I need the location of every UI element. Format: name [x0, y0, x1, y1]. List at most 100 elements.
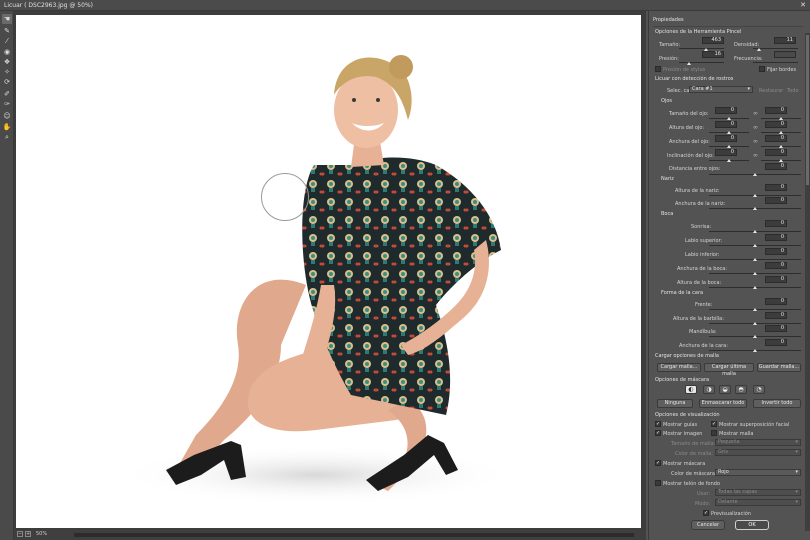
pin-edges-checkbox[interactable]	[759, 66, 765, 72]
face-width-field[interactable]: 0	[765, 339, 787, 346]
load-last-mesh-button[interactable]: Cargar última malla	[704, 363, 754, 377]
mask-options-header[interactable]: Opciones de máscara	[655, 377, 709, 383]
push-left-tool-icon[interactable]: ⟳	[2, 77, 12, 87]
mask-all-button[interactable]: Enmascarar todo	[699, 399, 747, 408]
nose-width-field[interactable]: 0	[765, 197, 787, 204]
twirl-tool-icon[interactable]: ◉	[2, 47, 12, 57]
smile-knob[interactable]	[753, 230, 757, 233]
view-options-header[interactable]: Opciones de visualización	[655, 412, 720, 418]
smooth-tool-icon[interactable]: ⁄	[2, 36, 12, 46]
upper-lip-field[interactable]: 0	[765, 234, 787, 241]
eye-size-right-field[interactable]: 0	[765, 107, 787, 114]
bloat-tool-icon[interactable]: ✧	[2, 67, 12, 77]
brush-size-field[interactable]: 463	[702, 37, 724, 44]
select-face-dropdown[interactable]: Cara #1 ▾	[689, 86, 753, 93]
brush-pressure-field[interactable]: 16	[702, 51, 724, 58]
eye-distance-field[interactable]: 0	[765, 163, 787, 170]
nose-header[interactable]: Nariz	[661, 176, 674, 182]
brush-size-slider[interactable]	[679, 48, 724, 49]
invert-all-button[interactable]: Invertir todo	[753, 399, 801, 408]
save-mesh-button[interactable]: Guardar malla...	[757, 363, 801, 372]
mask-invert-icon[interactable]: ◔	[753, 385, 765, 394]
eye-height-left-knob[interactable]	[727, 131, 731, 134]
eye-size-right-knob[interactable]	[779, 117, 783, 120]
eye-width-left-knob[interactable]	[727, 145, 731, 148]
lower-lip-knob[interactable]	[753, 258, 757, 261]
show-mask-checkbox[interactable]: ✓	[655, 460, 661, 466]
eye-width-right-field[interactable]: 0	[765, 135, 787, 142]
jawline-knob[interactable]	[753, 335, 757, 338]
nose-height-knob[interactable]	[753, 194, 757, 197]
preview-checkbox[interactable]: ✓	[703, 510, 709, 516]
pucker-tool-icon[interactable]: ❖	[2, 57, 12, 67]
eye-size-left-knob[interactable]	[727, 117, 731, 120]
lower-lip-field[interactable]: 0	[765, 248, 787, 255]
reset-face-button[interactable]: Restaurar	[759, 88, 783, 94]
eye-tilt-right-field[interactable]: 0	[765, 149, 787, 156]
mask-color-dropdown[interactable]: Rojo ▾	[715, 469, 801, 476]
all-faces-button[interactable]: Todo	[787, 88, 799, 94]
nose-width-knob[interactable]	[753, 207, 757, 210]
stylus-pressure-checkbox[interactable]	[655, 66, 661, 72]
show-mesh-checkbox[interactable]	[711, 430, 717, 436]
backdrop-mode-dropdown[interactable]: Delante ▾	[715, 499, 801, 506]
window-close-icon[interactable]: ✕	[800, 1, 806, 9]
mouth-height-field[interactable]: 0	[765, 276, 787, 283]
face-tool-icon[interactable]: ☺	[2, 111, 12, 121]
brush-rate-slider[interactable]	[753, 62, 798, 63]
zoom-in-icon[interactable]: +	[25, 531, 31, 537]
face-aware-header[interactable]: Licuar con detección de rostros	[655, 76, 733, 82]
show-guides-checkbox[interactable]: ✓	[655, 421, 661, 427]
mouth-height-knob[interactable]	[753, 286, 757, 289]
eye-height-right-field[interactable]: 0	[765, 121, 787, 128]
zoom-tool-icon[interactable]: ⌕	[2, 132, 12, 142]
face-shape-header[interactable]: Forma de la cara	[661, 290, 703, 296]
horizontal-scrollbar[interactable]	[74, 533, 634, 537]
eye-size-left-field[interactable]: 0	[715, 107, 737, 114]
mask-subtract-icon[interactable]: ◒	[719, 385, 731, 394]
brush-pressure-knob[interactable]	[687, 62, 691, 65]
mask-add-icon[interactable]: ◑	[703, 385, 715, 394]
cancel-button[interactable]: Cancelar	[691, 520, 725, 530]
mouth-width-field[interactable]: 0	[765, 262, 787, 269]
backdrop-use-dropdown[interactable]: Todas las capas ▾	[715, 489, 801, 496]
brush-density-field[interactable]: 11	[774, 37, 796, 44]
upper-lip-knob[interactable]	[753, 244, 757, 247]
panel-scrollbar-thumb[interactable]	[806, 35, 809, 185]
mesh-size-dropdown[interactable]: Pequeña ▾	[715, 439, 801, 446]
mouth-header[interactable]: Boca	[661, 211, 673, 217]
chin-height-field[interactable]: 0	[765, 312, 787, 319]
smile-field[interactable]: 0	[765, 220, 787, 227]
thaw-mask-tool-icon[interactable]: ✑	[2, 99, 12, 109]
brush-rate-field[interactable]	[774, 51, 796, 58]
show-image-checkbox[interactable]: ✓	[655, 430, 661, 436]
forehead-knob[interactable]	[753, 308, 757, 311]
mask-none-button[interactable]: Ninguna	[657, 399, 693, 408]
brush-density-knob[interactable]	[757, 48, 761, 51]
zoom-level[interactable]: 50%	[36, 531, 47, 537]
mask-replace-icon[interactable]: ◐	[685, 385, 697, 394]
image-canvas[interactable]	[16, 15, 641, 528]
eye-height-left-field[interactable]: 0	[715, 121, 737, 128]
mesh-options-header[interactable]: Cargar opciones de malla	[655, 353, 719, 359]
load-mesh-button[interactable]: Cargar malla...	[657, 363, 701, 372]
eye-width-right-knob[interactable]	[779, 145, 783, 148]
reconstruct-tool-icon[interactable]: ✎	[2, 26, 12, 36]
link-icon[interactable]: ∞	[753, 138, 758, 145]
eye-width-left-field[interactable]: 0	[715, 135, 737, 142]
chin-height-knob[interactable]	[753, 322, 757, 325]
brush-pressure-slider[interactable]	[679, 62, 724, 63]
show-backdrop-checkbox[interactable]	[655, 480, 661, 486]
link-icon[interactable]: ∞	[753, 152, 758, 159]
forehead-field[interactable]: 0	[765, 298, 787, 305]
panel-scrollbar[interactable]	[805, 33, 810, 531]
eye-tilt-right-knob[interactable]	[779, 159, 783, 162]
show-face-overlay-checkbox[interactable]: ✓	[711, 421, 717, 427]
nose-height-field[interactable]: 0	[765, 184, 787, 191]
forward-warp-tool-icon[interactable]: ☚	[2, 14, 12, 24]
brush-options-header[interactable]: Opciones de la Herramienta Pincel	[655, 29, 741, 35]
eye-height-right-knob[interactable]	[779, 131, 783, 134]
mask-intersect-icon[interactable]: ◓	[735, 385, 747, 394]
ok-button[interactable]: OK	[735, 520, 769, 530]
freeze-mask-tool-icon[interactable]: ✐	[2, 89, 12, 99]
